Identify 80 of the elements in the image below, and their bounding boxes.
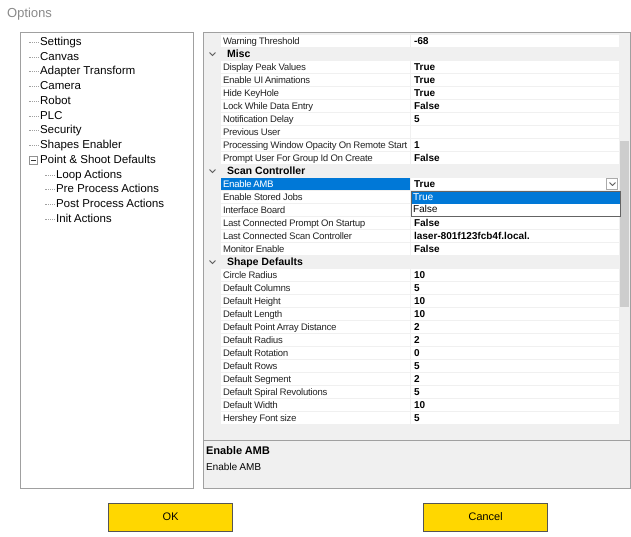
property-label[interactable]: Hide KeyHole	[221, 87, 411, 100]
property-label[interactable]: Monitor Enable	[221, 243, 411, 256]
property-label[interactable]: Enable AMB	[221, 178, 411, 191]
property-value: 10	[414, 269, 426, 281]
property-value: 5	[414, 282, 421, 294]
tree-item[interactable]: Post Process Actions	[56, 196, 164, 214]
property-label[interactable]: Enable Stored Jobs	[221, 191, 411, 204]
property-label[interactable]: Prompt User For Group Id On Create	[221, 152, 411, 165]
property-value: 2	[414, 373, 421, 385]
tree-item[interactable]: Camera	[40, 78, 81, 96]
property-label[interactable]: Default Height	[221, 295, 411, 308]
tree-item[interactable]: Canvas	[40, 48, 79, 66]
property-value: True	[414, 74, 436, 86]
property-label[interactable]: Default Segment	[221, 373, 411, 386]
property-label[interactable]: Last Connected Scan Controller	[221, 230, 411, 243]
dropdown-option[interactable]: False	[412, 204, 620, 216]
chevron-icon[interactable]	[209, 52, 216, 57]
property-label[interactable]: Default Radius	[221, 334, 411, 347]
property-value: 5	[414, 412, 421, 424]
property-value: 5	[414, 360, 421, 372]
property-value: False	[414, 243, 441, 255]
property-label[interactable]: Interface Board	[221, 204, 411, 217]
property-label[interactable]: Warning Threshold	[221, 35, 411, 48]
property-value: False	[414, 100, 441, 112]
property-value: 0	[414, 347, 421, 359]
property-value: 10	[414, 399, 426, 411]
collapse-icon[interactable]	[29, 156, 38, 165]
caret-icon	[608, 182, 616, 186]
property-value: True	[414, 87, 436, 99]
property-value: 2	[414, 334, 421, 346]
chevron-icon[interactable]	[209, 169, 216, 174]
property-value: False	[414, 217, 441, 229]
property-value: 1	[414, 139, 421, 151]
dropdown-button[interactable]	[606, 178, 618, 190]
property-value: 5	[414, 113, 421, 125]
property-value: laser-801f123fcb4f.local.	[414, 230, 531, 242]
window-title: Options	[7, 4, 52, 22]
property-label[interactable]: Default Rows	[221, 360, 411, 373]
dialog-button[interactable]: OK	[108, 503, 233, 532]
property-label[interactable]: Default Point Array Distance	[221, 321, 411, 334]
property-label[interactable]: Enable UI Animations	[221, 74, 411, 87]
property-label[interactable]: Previous User	[221, 126, 411, 139]
property-label[interactable]: Default Columns	[221, 282, 411, 295]
tree-item[interactable]: Init Actions	[56, 210, 112, 228]
property-label[interactable]: Default Width	[221, 399, 411, 412]
property-label[interactable]: Circle Radius	[221, 269, 411, 282]
tree-item[interactable]: Security	[40, 122, 82, 140]
property-label[interactable]: Lock While Data Entry	[221, 100, 411, 113]
dialog-button[interactable]: Cancel	[423, 503, 548, 532]
tree-item[interactable]: Pre Process Actions	[56, 181, 159, 198]
property-value: 10	[414, 308, 426, 320]
property-label[interactable]: Last Connected Prompt On Startup	[221, 217, 411, 230]
category-label: Misc	[227, 48, 250, 61]
tree-item[interactable]: Robot	[40, 92, 71, 110]
category-label: Shape Defaults	[227, 256, 303, 269]
property-label[interactable]: Hershey Font size	[221, 412, 411, 425]
property-value: False	[414, 152, 441, 164]
property-value: 10	[414, 295, 426, 307]
tree-item[interactable]: Adapter Transform	[40, 63, 136, 80]
property-value: 2	[414, 321, 421, 333]
property-label[interactable]: Default Length	[221, 308, 411, 321]
tree-item[interactable]: Shapes Enabler	[40, 137, 122, 154]
description-title: Enable AMB	[206, 444, 271, 459]
tree-item[interactable]: Settings	[40, 34, 82, 51]
tree-item[interactable]: Point & Shoot Defaults	[40, 152, 156, 169]
property-label[interactable]: Notification Delay	[221, 113, 411, 126]
property-label[interactable]: Default Rotation	[221, 347, 411, 360]
property-value: -68	[414, 35, 430, 47]
scroll-thumb[interactable]	[620, 141, 629, 307]
chevron-icon[interactable]	[209, 260, 216, 265]
property-label[interactable]: Display Peak Values	[221, 61, 411, 74]
property-label[interactable]: Default Spiral Revolutions	[221, 386, 411, 399]
dropdown-option[interactable]: True	[412, 192, 620, 204]
tree-item[interactable]: Loop Actions	[56, 166, 122, 184]
property-value: True	[414, 61, 436, 73]
property-value: 5	[414, 386, 421, 398]
category-label: Scan Controller	[227, 165, 306, 178]
description-text: Enable AMB	[206, 460, 262, 474]
tree-item[interactable]: PLC	[40, 108, 62, 125]
property-label[interactable]: Processing Window Opacity On Remote Start	[221, 139, 411, 152]
